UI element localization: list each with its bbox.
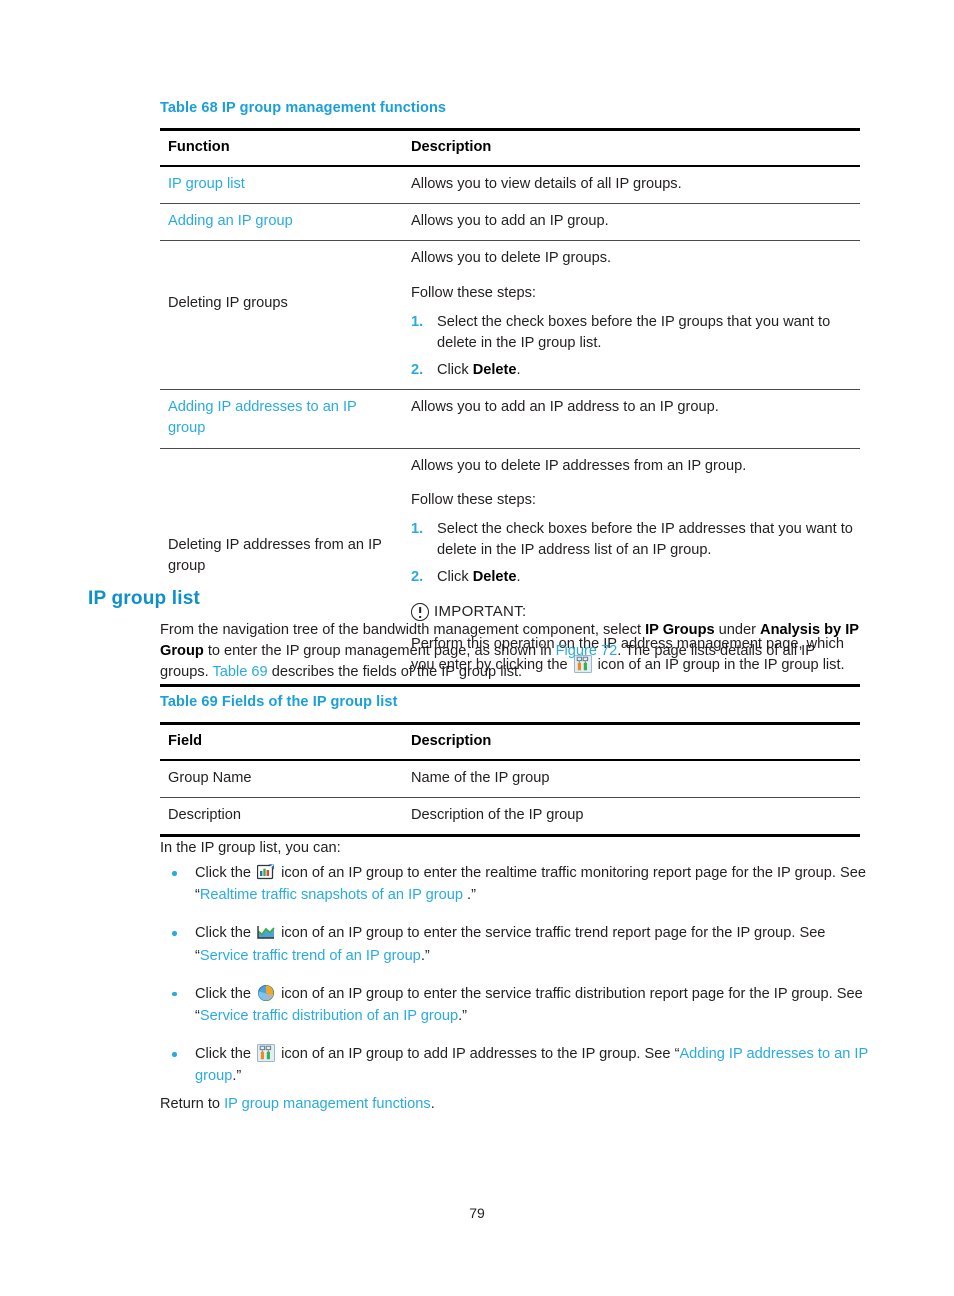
step-item: 1. Select the check boxes before the IP … bbox=[411, 519, 854, 561]
table-68-cell-function: IP group list bbox=[160, 166, 403, 205]
follow-steps-label: Follow these steps: bbox=[411, 284, 536, 301]
page-section-heading: IP group list bbox=[88, 588, 201, 609]
step-number: 1. bbox=[411, 313, 424, 330]
step-text: Click bbox=[437, 569, 473, 586]
table-row: Description Description of the IP group bbox=[160, 797, 860, 838]
list-item: Click the icon of an IP group to enter t… bbox=[160, 922, 870, 966]
table-68-cell-function: Adding IP addresses to an IP group bbox=[160, 389, 403, 449]
exclamation-circle-icon bbox=[411, 603, 429, 622]
bullet-dot-icon bbox=[172, 871, 177, 876]
step-number: 2. bbox=[411, 569, 424, 586]
area-chart-trend-icon bbox=[257, 923, 275, 941]
page-number: 79 bbox=[469, 1205, 485, 1221]
steps-list: 1. Select the check boxes before the IP … bbox=[411, 519, 854, 588]
step-item: 2. Click Delete. bbox=[411, 360, 854, 381]
link-table-69[interactable]: Table 69 bbox=[212, 664, 267, 680]
table-68-cell-description: Allows you to add an IP group. bbox=[403, 203, 860, 242]
section-intro-paragraph: From the navigation tree of the bandwidt… bbox=[160, 622, 859, 681]
label-deleting-ip-addresses-from-an-ip-group: Deleting IP addresses from an IP group bbox=[168, 536, 382, 574]
table-row: Deleting IP groups Allows you to delete … bbox=[160, 240, 860, 391]
step-text: Select the check boxes before the IP gro… bbox=[437, 313, 831, 351]
bar-chart-report-icon bbox=[257, 863, 275, 881]
step-bold-term: Delete bbox=[472, 362, 517, 379]
step-number: 2. bbox=[411, 362, 424, 379]
table-69-cell-field: Description bbox=[160, 797, 403, 838]
step-text: Select the check boxes before the IP add… bbox=[437, 520, 853, 559]
table-row: Adding IP addresses to an IP group Allow… bbox=[160, 389, 860, 449]
table-68-caption: Table 68 IP group management functions bbox=[160, 100, 447, 116]
label-deleting-ip-groups: Deleting IP groups bbox=[168, 295, 288, 312]
document-page: Table 68 IP group management functions F… bbox=[0, 0, 954, 1296]
table-69-cell-description: Name of the IP group bbox=[403, 760, 860, 799]
table-row: Group Name Name of the IP group bbox=[160, 760, 860, 799]
two-people-icon bbox=[257, 1044, 276, 1063]
link-adding-ip-addresses-to-an-ip-group[interactable]: Adding IP addresses to an IP group bbox=[168, 399, 357, 436]
table-68-cell-description: Allows you to delete IP groups. Follow t… bbox=[403, 240, 860, 391]
table-68-cell-function: Adding an IP group bbox=[160, 203, 403, 242]
step-item: 2. Click Delete. bbox=[411, 567, 854, 588]
table-68: Function Description IP group list Allow… bbox=[160, 128, 860, 688]
link-adding-an-ip-group[interactable]: Adding an IP group bbox=[168, 213, 293, 229]
bullet-dot-icon bbox=[172, 931, 177, 936]
link-realtime-traffic-snapshots[interactable]: Realtime traffic snapshots of an IP grou… bbox=[200, 887, 467, 903]
table-69-header-field: Field bbox=[160, 723, 403, 762]
step-number: 1. bbox=[411, 520, 424, 537]
bullet-list: Click the icon of an IP group to enter t… bbox=[160, 862, 870, 1103]
step-bold-term: Delete bbox=[472, 569, 517, 586]
table-69: Field Description Group Name Name of the… bbox=[160, 722, 860, 838]
table-68-cell-function: Deleting IP groups bbox=[160, 240, 403, 391]
pie-chart-distribution-icon bbox=[257, 984, 275, 1002]
table-68-cell-description: Allows you to add an IP address to an IP… bbox=[403, 389, 860, 449]
description-intro: Allows you to delete IP groups. bbox=[411, 250, 612, 267]
table-69-cell-field: Group Name bbox=[160, 760, 403, 799]
list-item: Click the icon of an IP group to enter t… bbox=[160, 983, 870, 1027]
steps-list: 1. Select the check boxes before the IP … bbox=[411, 312, 854, 381]
link-service-traffic-trend[interactable]: Service traffic trend of an IP group bbox=[200, 948, 421, 964]
step-text-post: . bbox=[516, 362, 521, 379]
table-68-header-function: Function bbox=[160, 129, 403, 168]
step-text: Click bbox=[437, 362, 473, 379]
link-ip-group-list[interactable]: IP group list bbox=[168, 176, 245, 192]
table-row: IP group list Allows you to view details… bbox=[160, 166, 860, 205]
link-service-traffic-distribution[interactable]: Service traffic distribution of an IP gr… bbox=[200, 1008, 458, 1024]
bullet-dot-icon bbox=[172, 1052, 177, 1057]
table-69-cell-description: Description of the IP group bbox=[403, 797, 860, 838]
table-69-caption: Table 69 Fields of the IP group list bbox=[160, 694, 398, 710]
table-68-header-description: Description bbox=[403, 129, 860, 168]
step-text-post: . bbox=[516, 569, 521, 586]
bullet-list-intro: In the IP group list, you can: bbox=[160, 840, 341, 856]
link-figure-72[interactable]: Figure 72 bbox=[556, 643, 618, 659]
bullet-dot-icon bbox=[172, 991, 177, 997]
link-ip-group-management-functions[interactable]: IP group management functions bbox=[224, 1096, 431, 1112]
table-68-cell-description: Allows you to view details of all IP gro… bbox=[403, 166, 860, 205]
table-69-header-description: Description bbox=[403, 723, 860, 762]
term-ip-groups: IP Groups bbox=[645, 622, 715, 638]
return-to-line: Return to IP group management functions. bbox=[160, 1096, 435, 1112]
table-row: Adding an IP group Allows you to add an … bbox=[160, 203, 860, 242]
step-item: 1. Select the check boxes before the IP … bbox=[411, 312, 854, 354]
description-intro: Allows you to delete IP addresses from a… bbox=[411, 457, 747, 474]
follow-steps-label: Follow these steps: bbox=[411, 491, 536, 508]
list-item: Click the icon of an IP group to add IP … bbox=[160, 1043, 870, 1087]
list-item: Click the icon of an IP group to enter t… bbox=[160, 862, 870, 906]
